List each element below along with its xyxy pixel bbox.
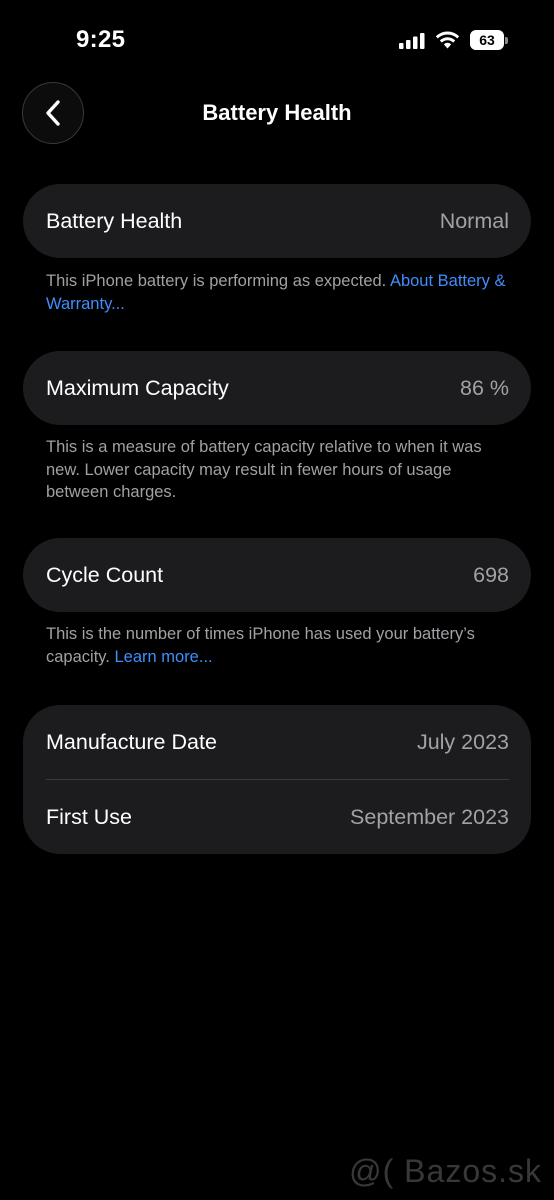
cycle-count-footnote: This is the number of times iPhone has u… [46,623,516,668]
first-use-value: September 2023 [350,804,509,829]
status-bar: 9:25 63 [0,0,554,84]
cycle-count-footnote-text: This is the number of times iPhone has u… [46,625,475,666]
page-title: Battery Health [202,100,352,125]
status-icons: 63 [399,30,508,50]
maximum-capacity-footnote: This is a measure of battery capacity re… [46,436,516,504]
battery-health-footnote-text: This iPhone battery is performing as exp… [46,272,387,290]
maximum-capacity-label: Maximum Capacity [46,375,229,400]
cycle-count-card: Cycle Count 698 [23,538,531,612]
battery-health-row: Battery Health Normal [23,184,531,258]
maximum-capacity-footnote-text: This is a measure of battery capacity re… [46,438,482,501]
battery-health-footnote: This iPhone battery is performing as exp… [46,270,516,315]
nav-bar: Battery Health [0,82,554,146]
maximum-capacity-card: Maximum Capacity 86 % [23,351,531,425]
manufacture-date-value: July 2023 [416,729,509,754]
learn-more-link[interactable]: Learn more... [114,648,212,666]
cycle-count-value: 698 [473,562,509,587]
manufacture-date-label: Manufacture Date [46,729,217,754]
status-time: 9:25 [76,26,126,53]
battery-tip [505,36,508,44]
cycle-count-label: Cycle Count [46,562,164,587]
dates-card: Manufacture Date July 2023 First Use Sep… [23,705,531,854]
cycle-count-row: Cycle Count 698 [23,538,531,612]
wifi-icon [435,31,460,49]
watermark: @( Bazos.sk [349,1153,542,1189]
signal-icon [399,32,425,49]
battery-level: 63 [470,30,504,50]
first-use-row: First Use September 2023 [23,780,531,854]
battery-health-card: Battery Health Normal [23,184,531,258]
battery-health-label: Battery Health [46,208,183,233]
battery-icon: 63 [470,30,508,50]
battery-health-value: Normal [439,208,509,233]
first-use-label: First Use [46,804,132,829]
maximum-capacity-value: 86 % [459,375,509,400]
maximum-capacity-row: Maximum Capacity 86 % [23,351,531,425]
manufacture-date-row: Manufacture Date July 2023 [23,705,531,779]
